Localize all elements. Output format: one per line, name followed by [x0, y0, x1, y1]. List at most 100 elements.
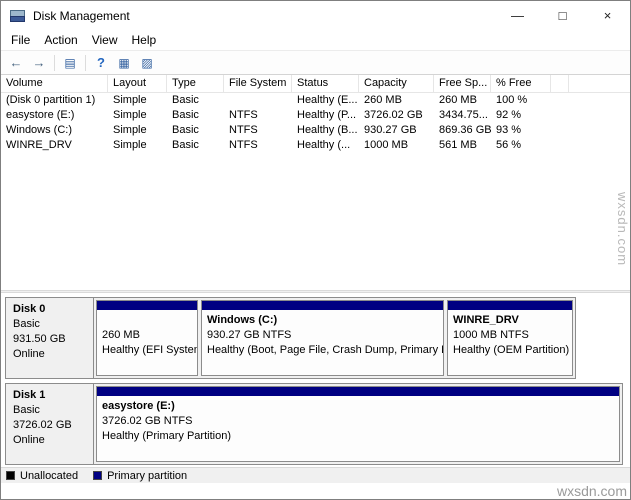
partition-size: 260 MB — [102, 329, 140, 341]
cell-capacity: 930.27 GB — [364, 124, 417, 136]
cell-status: Healthy (E... — [297, 94, 358, 106]
toolbar: ← → ▤ ? ▦ ▨ — [1, 50, 630, 75]
cell-percent-free: 56 % — [496, 139, 522, 151]
help-icon[interactable]: ? — [91, 53, 111, 73]
cell-percent-free: 100 % — [496, 94, 528, 106]
minimize-button[interactable]: — — [495, 1, 540, 30]
partition-color-bar — [202, 301, 443, 310]
partition-winre-drv[interactable]: WINRE_DRV 1000 MB NTFS Healthy (OEM Part… — [447, 300, 573, 376]
cell-capacity: 1000 MB — [364, 139, 409, 151]
disk-management-window: Disk Management — □ × File Action View H… — [0, 0, 631, 500]
cell-type: Basic — [172, 109, 199, 121]
column-percent-free[interactable]: % Free — [491, 75, 551, 92]
volume-list: Volume Layout Type File System Status Ca… — [1, 75, 630, 290]
partition-status: Healthy (Primary Partition) — [102, 430, 231, 442]
cell-type: Basic — [172, 94, 199, 106]
column-type[interactable]: Type — [167, 75, 224, 92]
partition-title — [102, 313, 192, 328]
cell-free-space: 869.36 GB — [439, 124, 491, 136]
volume-row[interactable]: (Disk 0 partition 1) Simple Basic Health… — [1, 93, 630, 108]
cell-volume: easystore (E:) — [6, 109, 75, 121]
unallocated-label: Unallocated — [20, 469, 79, 482]
cell-type: Basic — [172, 139, 199, 151]
menu-view[interactable]: View — [85, 31, 125, 49]
volume-row[interactable]: WINRE_DRV Simple Basic NTFS Healthy (...… — [1, 138, 630, 153]
maximize-button[interactable]: □ — [540, 1, 585, 30]
menu-help[interactable]: Help — [125, 31, 164, 49]
legend-bar: Unallocated Primary partition — [1, 467, 630, 483]
disk-type: Basic — [13, 318, 40, 330]
close-button[interactable]: × — [585, 1, 630, 30]
cell-capacity: 260 MB — [364, 94, 402, 106]
console-tree-icon[interactable]: ▤ — [60, 53, 80, 73]
graphical-view-icon[interactable]: ▨ — [137, 53, 157, 73]
column-volume[interactable]: Volume — [1, 75, 108, 92]
unallocated-swatch — [6, 471, 15, 480]
disk-list-view-icon[interactable]: ▦ — [114, 53, 134, 73]
watermark-bottom: wxsdn.com — [556, 483, 627, 499]
cell-free-space: 561 MB — [439, 139, 477, 151]
column-layout[interactable]: Layout — [108, 75, 167, 92]
disk1-info-panel[interactable]: Disk 1 Basic 3726.02 GB Online — [6, 384, 94, 464]
cell-status: Healthy (... — [297, 139, 351, 151]
window-title: Disk Management — [33, 8, 130, 23]
disk-status: Online — [13, 434, 45, 446]
partition-status: Healthy (EFI System — [102, 344, 197, 356]
disk-type: Basic — [13, 404, 40, 416]
column-free-space[interactable]: Free Sp... — [434, 75, 491, 92]
disk-name: Disk 1 — [13, 389, 46, 401]
disk-size: 931.50 GB — [13, 333, 66, 345]
disk-status: Online — [13, 348, 45, 360]
partition-title: WINRE_DRV — [453, 314, 519, 326]
cell-percent-free: 93 % — [496, 124, 522, 136]
back-icon[interactable]: ← — [6, 53, 26, 73]
toolbar-separator — [54, 54, 55, 71]
column-status[interactable]: Status — [292, 75, 359, 92]
cell-file-system: NTFS — [229, 139, 258, 151]
bottom-strip — [1, 483, 630, 499]
partition-windows-c[interactable]: Windows (C:) 930.27 GB NTFS Healthy (Boo… — [201, 300, 444, 376]
cell-layout: Simple — [113, 94, 147, 106]
cell-type: Basic — [172, 124, 199, 136]
cell-file-system: NTFS — [229, 124, 258, 136]
volume-row[interactable]: easystore (E:) Simple Basic NTFS Healthy… — [1, 108, 630, 123]
cell-layout: Simple — [113, 124, 147, 136]
volume-row[interactable]: Windows (C:) Simple Basic NTFS Healthy (… — [1, 123, 630, 138]
partition-color-bar — [97, 387, 619, 396]
cell-status: Healthy (B... — [297, 124, 358, 136]
title-bar: Disk Management — □ × — [1, 1, 630, 30]
partition-easystore-e[interactable]: easystore (E:) 3726.02 GB NTFS Healthy (… — [96, 386, 620, 462]
forward-icon[interactable]: → — [29, 53, 49, 73]
disk-size: 3726.02 GB — [13, 419, 72, 431]
menu-bar: File Action View Help — [1, 30, 630, 50]
cell-file-system — [224, 93, 292, 108]
partition-size: 3726.02 GB NTFS — [102, 415, 193, 427]
cell-percent-free: 92 % — [496, 109, 522, 121]
watermark-side: wxsdn.com — [615, 192, 630, 267]
disk-row-0: Disk 0 Basic 931.50 GB Online 260 MB Hea… — [5, 297, 576, 379]
partition-efi[interactable]: 260 MB Healthy (EFI System — [96, 300, 198, 376]
column-capacity[interactable]: Capacity — [359, 75, 434, 92]
column-file-system[interactable]: File System — [224, 75, 292, 92]
toolbar-separator — [85, 54, 86, 71]
cell-free-space: 260 MB — [439, 94, 477, 106]
cell-status: Healthy (P... — [297, 109, 357, 121]
primary-partition-label: Primary partition — [107, 469, 188, 482]
disk0-info-panel[interactable]: Disk 0 Basic 931.50 GB Online — [6, 298, 94, 378]
partition-status: Healthy (Boot, Page File, Crash Dump, Pr… — [207, 344, 443, 356]
partition-title: easystore (E:) — [102, 400, 175, 412]
menu-file[interactable]: File — [4, 31, 37, 49]
cell-free-space: 3434.75... — [439, 109, 488, 121]
disk-management-app-icon — [10, 9, 25, 22]
volume-list-header: Volume Layout Type File System Status Ca… — [1, 75, 630, 93]
cell-layout: Simple — [113, 109, 147, 121]
disk-name: Disk 0 — [13, 303, 46, 315]
menu-action[interactable]: Action — [37, 31, 84, 49]
partition-color-bar — [448, 301, 572, 310]
cell-layout: Simple — [113, 139, 147, 151]
partition-status: Healthy (OEM Partition) — [453, 344, 570, 356]
cell-capacity: 3726.02 GB — [364, 109, 423, 121]
disk-row-1: Disk 1 Basic 3726.02 GB Online easystore… — [5, 383, 623, 465]
partition-title: Windows (C:) — [207, 314, 278, 326]
partition-color-bar — [97, 301, 197, 310]
